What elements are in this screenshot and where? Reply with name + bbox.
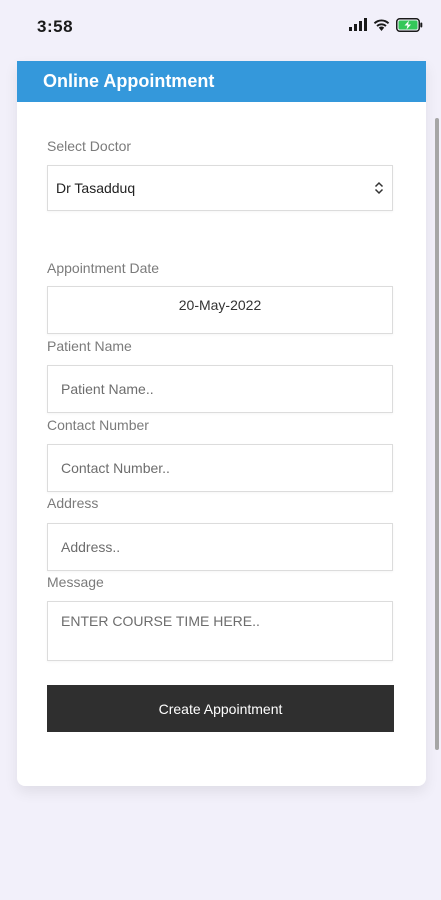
address-label: Address [47,495,99,511]
app-header: Online Appointment [17,61,426,102]
date-field[interactable]: 20-May-2022 [47,286,393,334]
date-label: Appointment Date [47,260,160,276]
date-value: 20-May-2022 [178,297,262,313]
doctor-select[interactable]: Dr Tasadduq [47,165,393,211]
scrollbar[interactable] [435,118,439,750]
status-time: 3:58 [37,17,74,36]
message-placeholder: ENTER COURSE TIME HERE.. [61,613,260,629]
message-textarea[interactable]: ENTER COURSE TIME HERE.. [47,601,393,661]
address-placeholder: Address.. [61,539,121,555]
contact-number-label: Contact Number [47,417,149,433]
wifi-icon [373,18,390,36]
chevron-updown-icon [374,181,384,200]
message-label: Message [47,574,104,590]
page-title: Online Appointment [43,71,215,91]
status-bar: 3:58 [0,0,441,54]
status-icons [349,17,423,37]
patient-name-placeholder: Patient Name.. [61,381,154,397]
appointment-card: Online Appointment Select Doctor Dr Tasa… [17,61,426,786]
battery-charging-icon [396,17,423,37]
address-input[interactable]: Address.. [47,523,393,571]
signal-icon [349,18,367,36]
doctor-select-value: Dr Tasadduq [56,180,136,196]
patient-name-input[interactable]: Patient Name.. [47,365,393,413]
contact-number-placeholder: Contact Number.. [61,460,170,476]
create-appointment-button[interactable]: Create Appointment [47,685,394,732]
doctor-label: Select Doctor [47,138,132,154]
patient-name-label: Patient Name [47,338,132,354]
contact-number-input[interactable]: Contact Number.. [47,444,393,492]
